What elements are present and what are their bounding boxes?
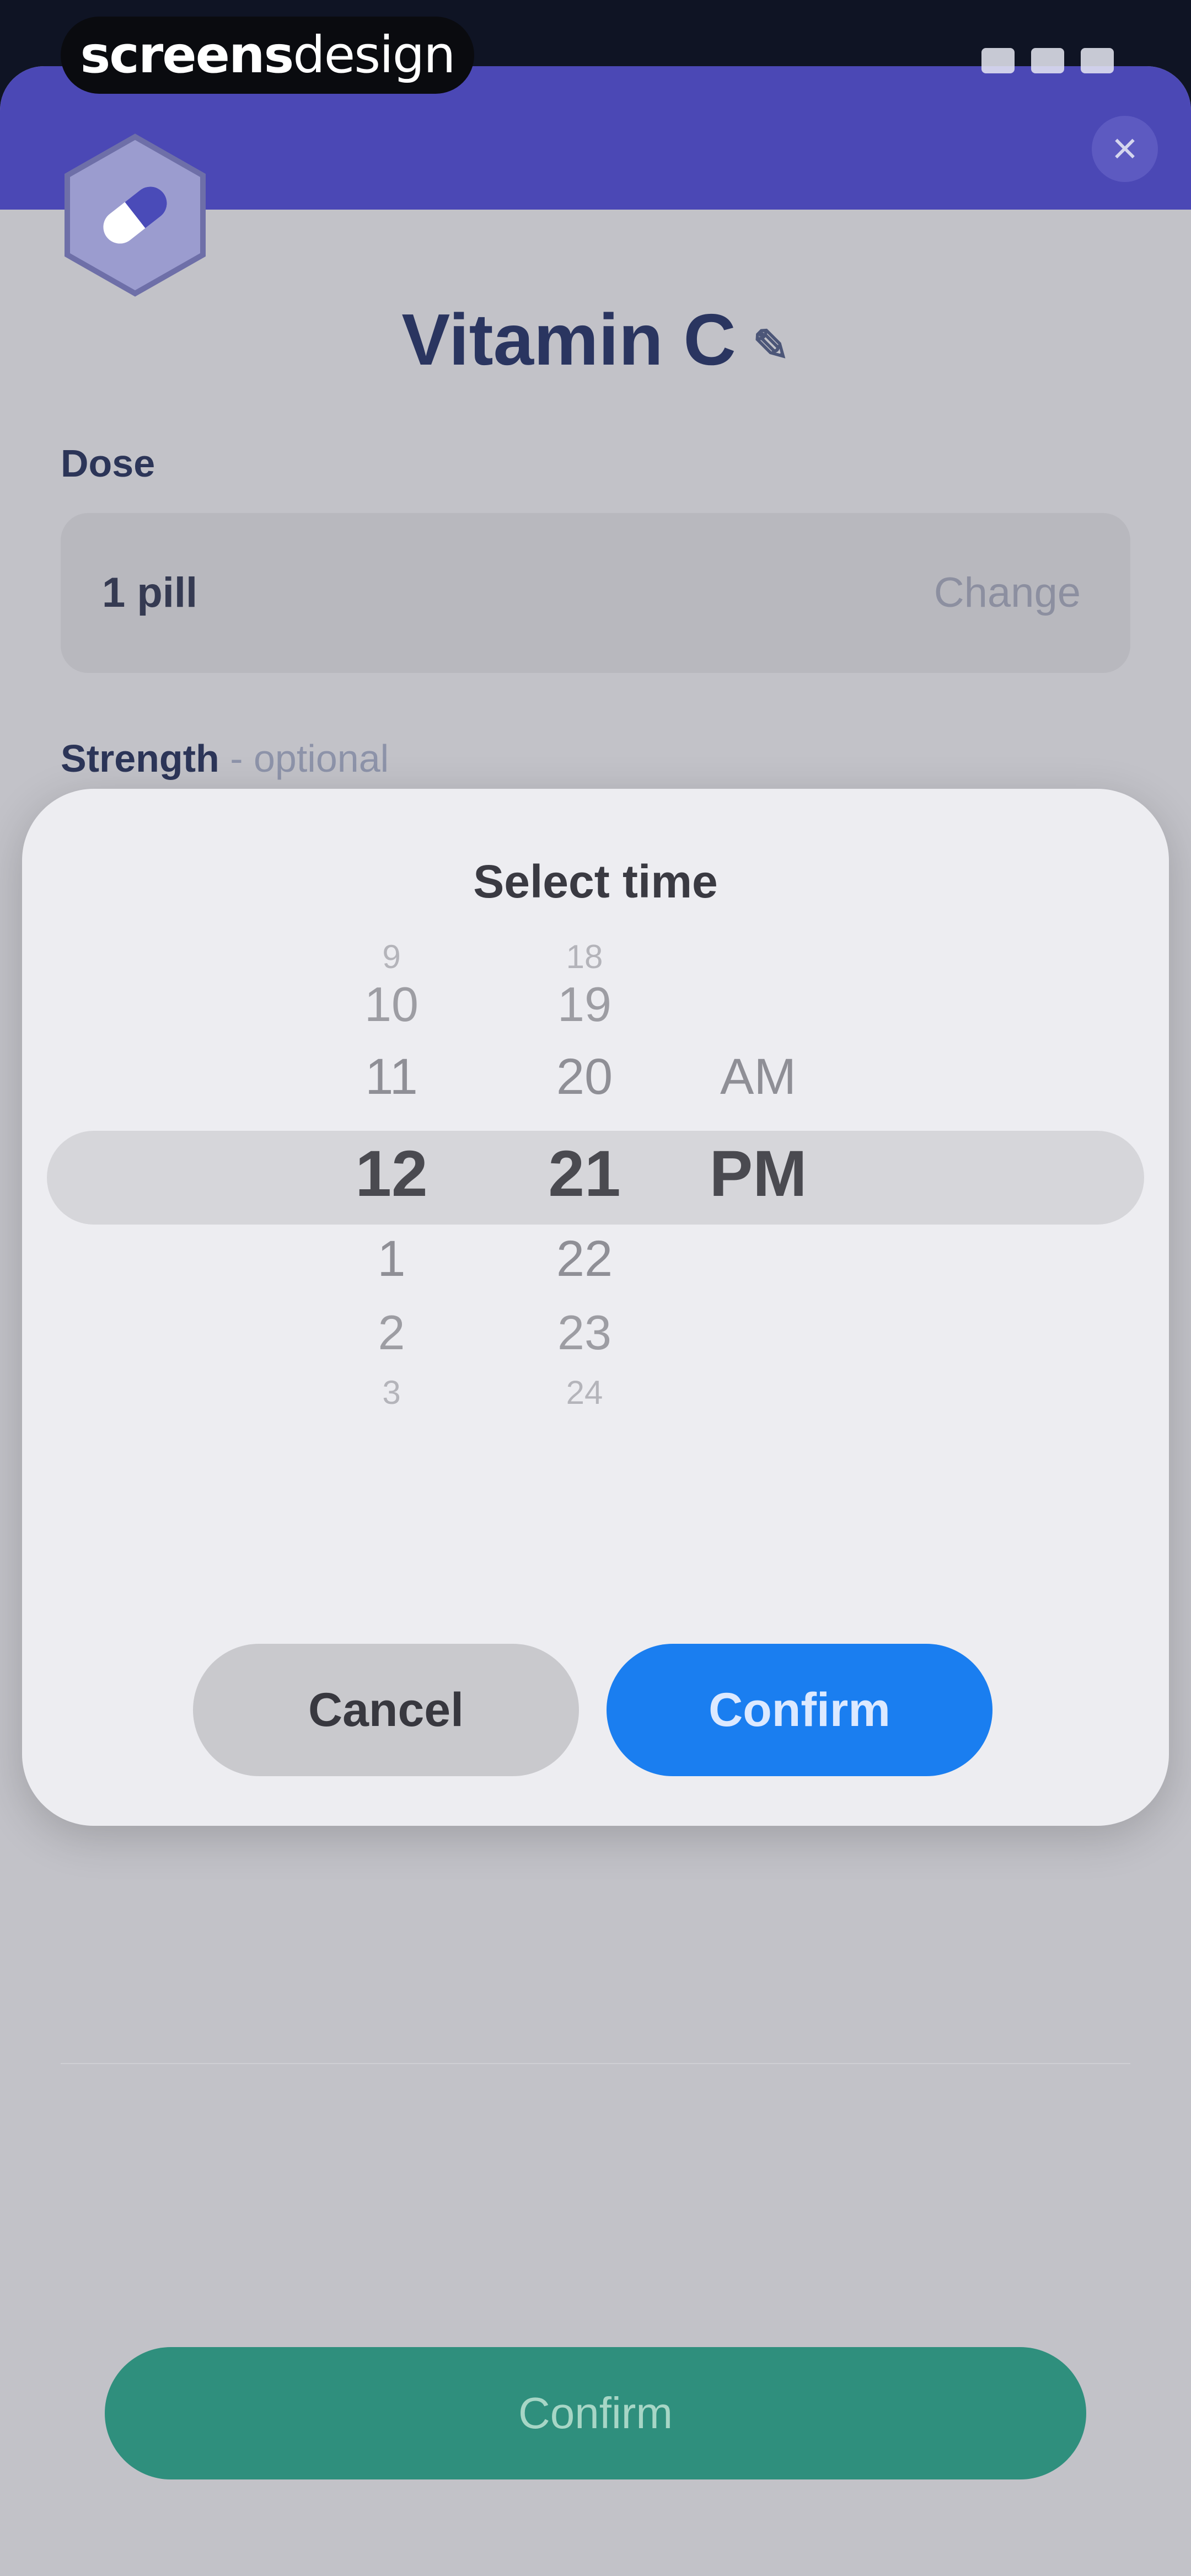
divider	[61, 2063, 1130, 2064]
minute-option[interactable]: 18	[502, 938, 667, 976]
cancel-button[interactable]: Cancel	[193, 1644, 579, 1776]
dose-change-link[interactable]: Change	[934, 513, 1081, 673]
wifi-icon	[1031, 48, 1064, 73]
close-icon: ×	[1112, 124, 1138, 173]
watermark-bold: screens	[80, 25, 294, 84]
minute-option[interactable]: 23	[502, 1305, 667, 1361]
signal-icon	[981, 48, 1015, 73]
time-picker-modal: Select time 9 10 11 12 1 2 3 18 19 20 21…	[22, 789, 1169, 1826]
watermark-light: design	[293, 25, 455, 84]
hour-option[interactable]: 3	[309, 1373, 474, 1412]
minute-option[interactable]: 24	[502, 1373, 667, 1412]
dose-field[interactable]: 1 pill Change	[61, 513, 1130, 673]
close-button[interactable]: ×	[1092, 116, 1158, 182]
medication-name: Vitamin C	[401, 299, 736, 380]
hour-option[interactable]: 1	[309, 1230, 474, 1288]
hour-option[interactable]: 11	[309, 1048, 474, 1106]
minute-option[interactable]: 20	[502, 1048, 667, 1106]
dose-value: 1 pill	[102, 569, 198, 616]
hour-option-selected[interactable]: 12	[309, 1136, 474, 1211]
status-bar-icons	[981, 44, 1114, 77]
minute-option[interactable]: 22	[502, 1230, 667, 1288]
strength-optional-text: - optional	[219, 737, 389, 780]
minute-option[interactable]: 19	[502, 976, 667, 1033]
sheet-confirm-button[interactable]: Confirm	[105, 2347, 1086, 2479]
battery-icon	[1081, 48, 1114, 73]
edit-name-pencil-icon[interactable]: ✎	[753, 320, 790, 371]
strength-label: Strength - optional	[61, 736, 389, 781]
confirm-button[interactable]: Confirm	[607, 1644, 993, 1776]
medication-title: Vitamin C ✎	[0, 298, 1191, 381]
period-option-pm-selected[interactable]: PM	[675, 1136, 841, 1211]
strength-label-text: Strength	[61, 737, 219, 780]
hour-option[interactable]: 2	[309, 1305, 474, 1361]
screensdesign-watermark: screensdesign	[61, 17, 474, 94]
period-option-am[interactable]: AM	[675, 1048, 841, 1106]
hour-option[interactable]: 9	[309, 938, 474, 976]
pill-icon	[65, 133, 206, 297]
hour-option[interactable]: 10	[309, 976, 474, 1033]
minute-option-selected[interactable]: 21	[502, 1136, 667, 1211]
dose-label: Dose	[61, 442, 155, 485]
